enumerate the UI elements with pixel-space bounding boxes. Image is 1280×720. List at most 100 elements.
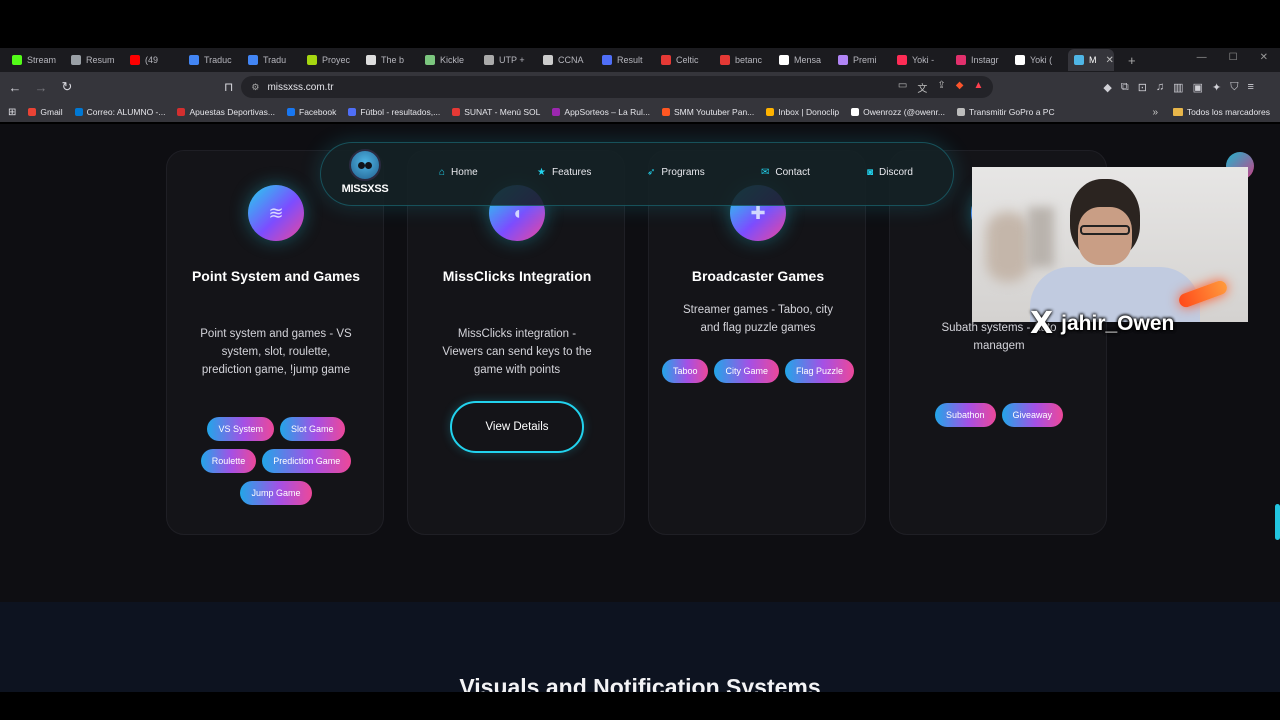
bookmark-item[interactable]: AppSorteos – La Rul... (552, 107, 650, 117)
nav-programs[interactable]: ➶ Programs (647, 167, 705, 178)
bookmark-label: Owenrozz (@owenr... (863, 107, 945, 117)
sidebar-icon[interactable]: ▥ (1173, 81, 1183, 94)
all-bookmarks-folder[interactable]: Todos los marcadores (1172, 107, 1270, 117)
vpn-icon[interactable]: ⛉ (1230, 81, 1238, 94)
tag-prediction-game[interactable]: Prediction Game (262, 449, 352, 473)
translate-icon[interactable]: 文 (917, 80, 927, 95)
forward-icon[interactable]: → (30, 80, 52, 95)
bookmark-label: Transmitir GoPro a PC (968, 107, 1055, 117)
bookmark-item[interactable]: Owenrozz (@owenr... (851, 107, 945, 117)
bookmark-item[interactable]: Facebook (287, 107, 336, 117)
maximize-icon[interactable]: ☐ (1229, 52, 1238, 63)
site-info-icon[interactable]: ⚙ (251, 82, 259, 93)
site-logo[interactable]: MISSXSS (337, 147, 393, 203)
brave-shield-icon[interactable]: ◆ (956, 80, 964, 95)
tab-label: UTP + (499, 55, 525, 65)
reload-icon[interactable]: ↻ (56, 79, 78, 95)
card-title: Point System and Games (191, 268, 361, 284)
wallet2-icon[interactable]: ▣ (1193, 81, 1203, 94)
star-icon: ★ (537, 167, 546, 178)
webcam-background (986, 212, 1030, 282)
tab-label: Kickle (440, 55, 465, 65)
tab-favicon-icon (189, 55, 199, 65)
new-tab-icon[interactable]: + (1128, 53, 1136, 68)
bookmark-item[interactable]: Inbox | Donoclip (766, 107, 839, 117)
browser-tab[interactable]: Mensa (773, 49, 832, 71)
tab-favicon-icon (71, 55, 81, 65)
tab-strip: Stream Resum (49 Traduc Tradu Proyec The b Kick… (0, 48, 1280, 72)
bookmark-label: Correo: ALUMNO -... (86, 107, 166, 117)
tab-label: Celtic (676, 55, 699, 65)
tag-roulette[interactable]: Roulette (200, 449, 257, 473)
feature-card-broadcaster: ✚ Broadcaster Games Streamer games - Tab… (648, 150, 866, 535)
leo-icon[interactable]: ✦ (1212, 81, 1221, 94)
bookmark-item[interactable]: SMM Youtuber Pan... (661, 107, 754, 117)
music-icon[interactable]: ♫ (1156, 81, 1164, 94)
webcam-overlay (972, 167, 1248, 322)
browser-tab[interactable]: Tradu (242, 49, 301, 71)
tab-favicon-icon (661, 55, 671, 65)
tag-flag-puzzle[interactable]: Flag Puzzle (785, 359, 855, 383)
nav-contact[interactable]: ✉ Contact (761, 167, 810, 178)
url-text: missxss.com.tr (267, 81, 334, 93)
minimize-icon[interactable]: — (1197, 52, 1207, 63)
apps-icon[interactable]: ⊞ (8, 107, 16, 118)
view-details-button[interactable]: View Details (450, 401, 584, 453)
browser-tab[interactable]: Kickle (419, 49, 478, 71)
extensions-icon[interactable]: ⧉ (1121, 81, 1129, 94)
tag-city-game[interactable]: City Game (714, 359, 779, 383)
browser-tab[interactable]: betanc (714, 49, 773, 71)
bookmark-item[interactable]: Transmitir GoPro a PC (956, 107, 1055, 117)
nav-home[interactable]: ⌂ Home (439, 167, 478, 178)
bookmark-item[interactable]: SUNAT - Menú SOL (452, 107, 540, 117)
tab-favicon-icon (838, 55, 848, 65)
browser-tab[interactable]: Traduc (183, 49, 242, 71)
browser-tab-active[interactable]: M ✕ (1068, 49, 1114, 71)
back-icon[interactable]: ← (4, 80, 26, 95)
address-bar[interactable]: ⚙ missxss.com.tr ▭ 文 ⇪ ◆ ▲ (241, 76, 994, 98)
tag-giveaway[interactable]: Giveaway (1001, 403, 1064, 427)
browser-tab[interactable]: Resum (65, 49, 124, 71)
browser-tab[interactable]: The b (360, 49, 419, 71)
window-controls: — ☐ ✕ (1197, 52, 1268, 63)
close-tab-icon[interactable]: ✕ (1106, 55, 1114, 66)
bookmark-item[interactable]: Fútbol - resultados,... (348, 107, 440, 117)
menu-icon[interactable]: ≡ (1247, 81, 1253, 94)
browser-tab[interactable]: (49 (124, 49, 183, 71)
bookmark-icon[interactable]: ⊓ (224, 80, 233, 94)
tab-label: Instagr (971, 55, 999, 65)
screenshot-icon[interactable]: ⊡ (1138, 81, 1147, 94)
bookmark-item[interactable]: Correo: ALUMNO -... (74, 107, 166, 117)
tag-slot-game[interactable]: Slot Game (279, 417, 345, 441)
tab-label: M (1089, 55, 1097, 65)
browser-tab[interactable]: Result (596, 49, 655, 71)
nav-features[interactable]: ★ Features (537, 167, 591, 178)
browser-tab[interactable]: Celtic (655, 49, 714, 71)
brave-rewards-icon[interactable]: ▲ (973, 80, 983, 95)
tag-vs-system[interactable]: VS System (207, 417, 274, 441)
tag-jump-game[interactable]: Jump Game (240, 481, 312, 505)
envelope-icon: ✉ (761, 167, 770, 178)
page-scrollbar[interactable] (1275, 504, 1280, 540)
wallet-icon[interactable]: ◆ (1103, 81, 1111, 94)
browser-tab[interactable]: Yoki ( (1009, 49, 1068, 71)
tag-subathon[interactable]: Subathon (934, 403, 996, 427)
browser-tab[interactable]: CCNA (537, 49, 596, 71)
browser-tab[interactable]: Premi (832, 49, 891, 71)
close-window-icon[interactable]: ✕ (1260, 52, 1268, 63)
share-icon[interactable]: ⇪ (937, 80, 945, 95)
more-bookmarks-icon[interactable]: » (1152, 107, 1158, 118)
browser-tab[interactable]: UTP + (478, 49, 537, 71)
bookmark-favicon-icon (177, 108, 186, 116)
browser-tab[interactable]: Yoki - (891, 49, 950, 71)
browser-tab[interactable]: Instagr (950, 49, 1009, 71)
bookmark-item[interactable]: Apuestas Deportivas... (177, 107, 275, 117)
browser-tab[interactable]: Stream (6, 49, 65, 71)
cast-icon[interactable]: ▭ (898, 80, 907, 95)
browser-tab[interactable]: Proyec (301, 49, 360, 71)
tag-taboo[interactable]: Taboo (661, 359, 709, 383)
site-navbar: MISSXSS ⌂ Home ★ Features ➶ Programs ✉ C… (320, 142, 954, 206)
tab-favicon-icon (956, 55, 966, 65)
bookmark-item[interactable]: Gmail (28, 107, 63, 117)
nav-discord[interactable]: ◙ Discord (867, 167, 913, 178)
